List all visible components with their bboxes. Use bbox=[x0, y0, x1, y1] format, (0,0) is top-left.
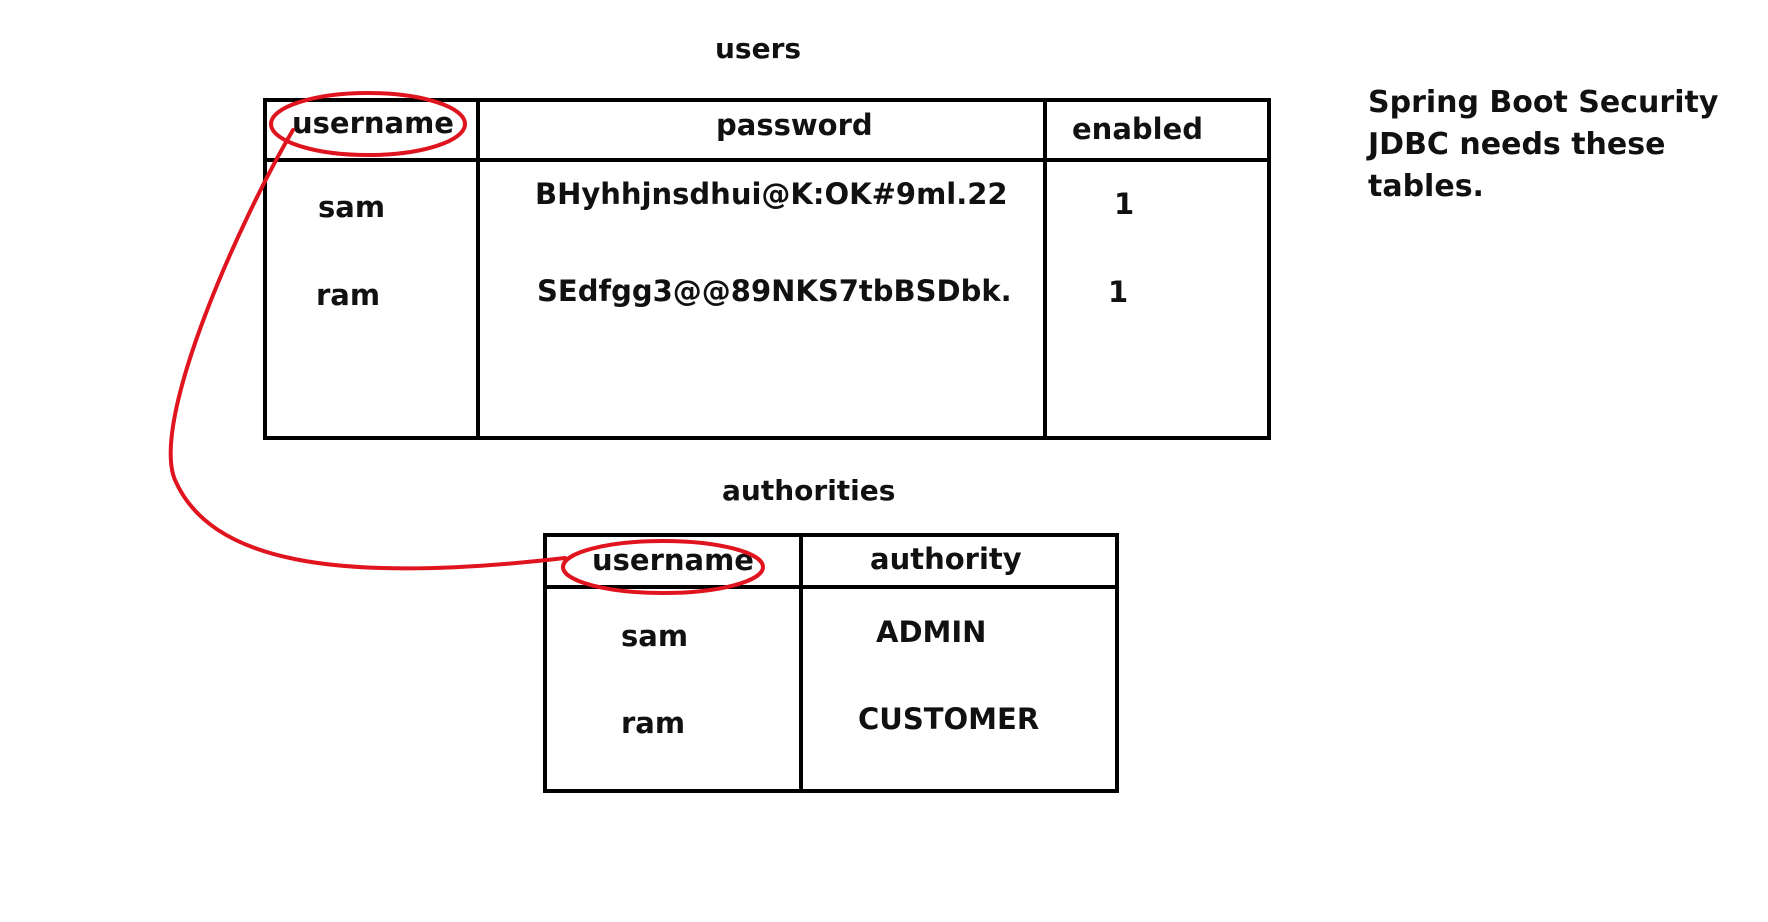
annotation-overlay bbox=[168, 91, 765, 595]
users-username-circle bbox=[269, 91, 467, 157]
authorities-username-circle bbox=[561, 539, 765, 595]
username-link-connector bbox=[168, 128, 567, 571]
